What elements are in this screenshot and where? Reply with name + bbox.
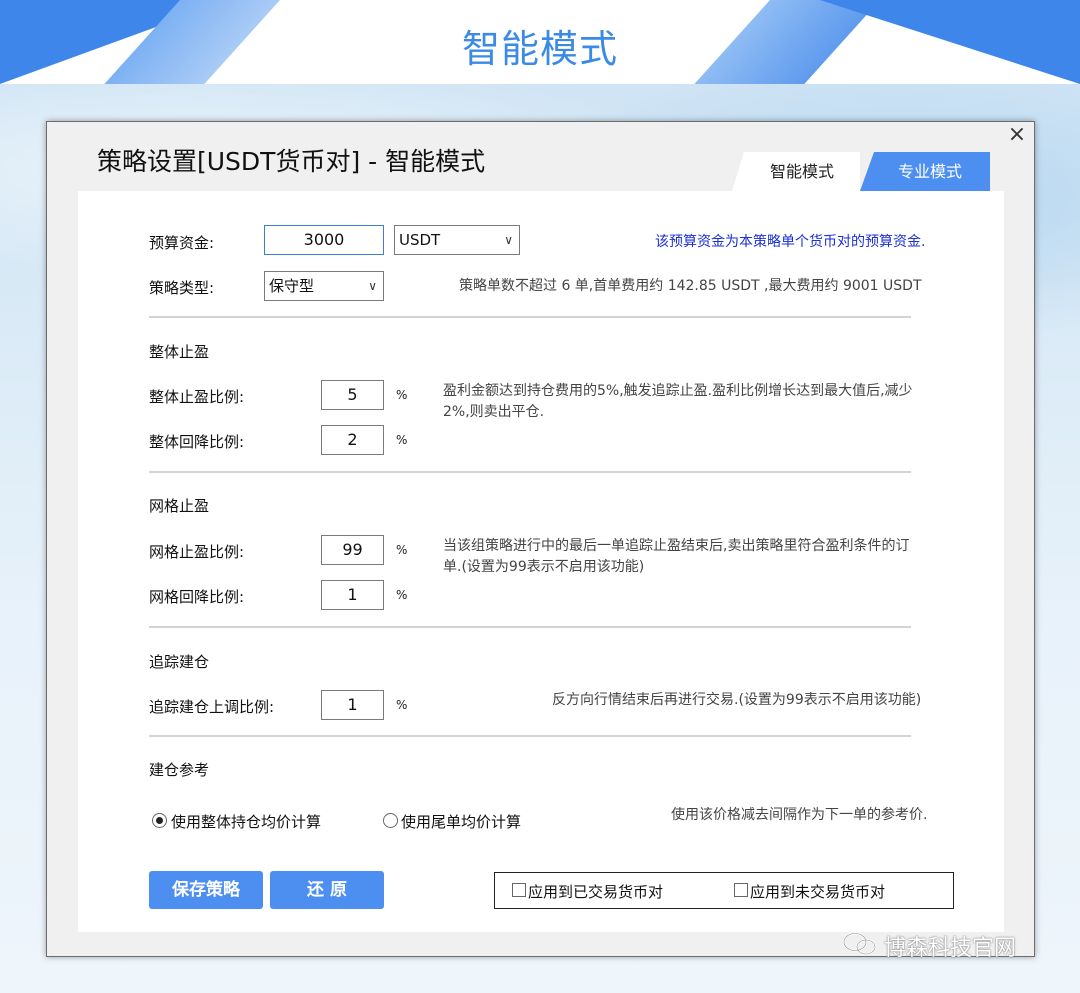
overall-pullback-label: 整体回降比例: xyxy=(149,433,245,451)
overall-ratio-label: 整体止盈比例: xyxy=(149,388,245,406)
percent-unit: % xyxy=(396,388,408,402)
overall-hint-line2: 2%,则卖出平仓. xyxy=(443,404,545,420)
percent-unit: % xyxy=(396,543,408,557)
tab-smart-mode[interactable]: 智能模式 xyxy=(732,152,860,191)
strategy-type-label: 策略类型: xyxy=(149,279,215,297)
apply-traded-label[interactable]: 应用到已交易货币对 xyxy=(528,881,663,902)
section-grid-take-profit: 网格止盈 xyxy=(149,497,210,515)
divider xyxy=(149,735,911,737)
section-entry-reference: 建仓参考 xyxy=(149,761,210,779)
section-trailing-entry: 追踪建仓 xyxy=(149,653,210,671)
watermark-text: 博森科技官网 xyxy=(884,936,1017,961)
radio-last-order-price-label[interactable]: 使用尾单均价计算 xyxy=(401,811,521,832)
percent-unit: % xyxy=(396,698,408,712)
entry-reference-hint: 使用该价格减去间隔作为下一单的参考价. xyxy=(671,807,928,823)
watermark: 博森科技官网 xyxy=(842,930,1016,962)
grid-pullback-label: 网格回降比例: xyxy=(149,588,245,606)
trailing-ratio-label: 追踪建仓上调比例: xyxy=(149,698,275,716)
grid-hint-line1: 当该组策略进行中的最后一单追踪止盈结束后,卖出策略里符合盈利条件的订 xyxy=(443,538,910,554)
wechat-icon xyxy=(843,932,876,955)
budget-label: 预算资金: xyxy=(149,234,215,252)
strategy-settings-dialog: × 策略设置[USDT货币对] - 智能模式 智能模式 专业模式 预算资金: 3… xyxy=(46,121,1035,957)
save-strategy-button[interactable]: 保存策略 xyxy=(149,871,263,909)
currency-select-value: USDT xyxy=(399,231,441,249)
checkbox-apply-untraded[interactable] xyxy=(734,883,748,897)
grid-pullback-input[interactable]: 1 xyxy=(321,580,384,610)
grid-ratio-label: 网格止盈比例: xyxy=(149,543,245,561)
overall-pullback-input[interactable]: 2 xyxy=(321,425,384,455)
strategy-type-value: 保守型 xyxy=(269,277,315,295)
percent-unit: % xyxy=(396,588,408,602)
reset-button[interactable]: 还 原 xyxy=(270,871,384,909)
mode-tabs: 智能模式 专业模式 xyxy=(732,152,995,191)
apply-options-box: 应用到已交易货币对 应用到未交易货币对 xyxy=(494,872,954,909)
apply-untraded-label[interactable]: 应用到未交易货币对 xyxy=(750,881,885,902)
chevron-down-icon: ∨ xyxy=(504,233,513,247)
top-banner: 智能模式 xyxy=(0,0,1080,84)
budget-input[interactable]: 3000 xyxy=(264,225,384,255)
percent-unit: % xyxy=(396,433,408,447)
overall-ratio-input[interactable]: 5 xyxy=(321,380,384,410)
currency-select[interactable]: USDT ∨ xyxy=(394,225,520,255)
grid-ratio-input[interactable]: 99 xyxy=(321,535,384,565)
settings-panel: 预算资金: 3000 USDT ∨ 该预算资金为本策略单个货币对的预算资金. 策… xyxy=(78,191,1004,932)
radio-avg-price[interactable] xyxy=(152,813,167,828)
dialog-title: 策略设置[USDT货币对] - 智能模式 xyxy=(97,147,486,176)
divider xyxy=(149,626,911,628)
trailing-ratio-input[interactable]: 1 xyxy=(321,690,384,720)
section-overall-take-profit: 整体止盈 xyxy=(149,343,210,361)
checkbox-apply-traded[interactable] xyxy=(512,883,526,897)
banner-title: 智能模式 xyxy=(461,27,618,71)
strategy-type-select[interactable]: 保守型 ∨ xyxy=(264,271,384,301)
tab-pro-mode[interactable]: 专业模式 xyxy=(860,152,990,191)
grid-hint-line2: 单.(设置为99表示不启用该功能) xyxy=(443,559,645,575)
trailing-hint: 反方向行情结束后再进行交易.(设置为99表示不启用该功能) xyxy=(552,692,922,708)
close-icon[interactable]: × xyxy=(1006,124,1028,146)
divider xyxy=(149,471,911,473)
radio-avg-price-label[interactable]: 使用整体持仓均价计算 xyxy=(171,811,321,832)
chevron-down-icon: ∨ xyxy=(368,279,377,293)
overall-hint-line1: 盈利金额达到持仓费用的5%,触发追踪止盈.盈利比例增长达到最大值后,减少 xyxy=(443,383,913,399)
strategy-type-hint: 策略单数不超过 6 单,首单费用约 142.85 USDT ,最大费用约 900… xyxy=(459,278,922,294)
budget-hint: 该预算资金为本策略单个货币对的预算资金. xyxy=(655,234,926,250)
divider xyxy=(149,316,911,318)
radio-last-order-price[interactable] xyxy=(383,813,398,828)
